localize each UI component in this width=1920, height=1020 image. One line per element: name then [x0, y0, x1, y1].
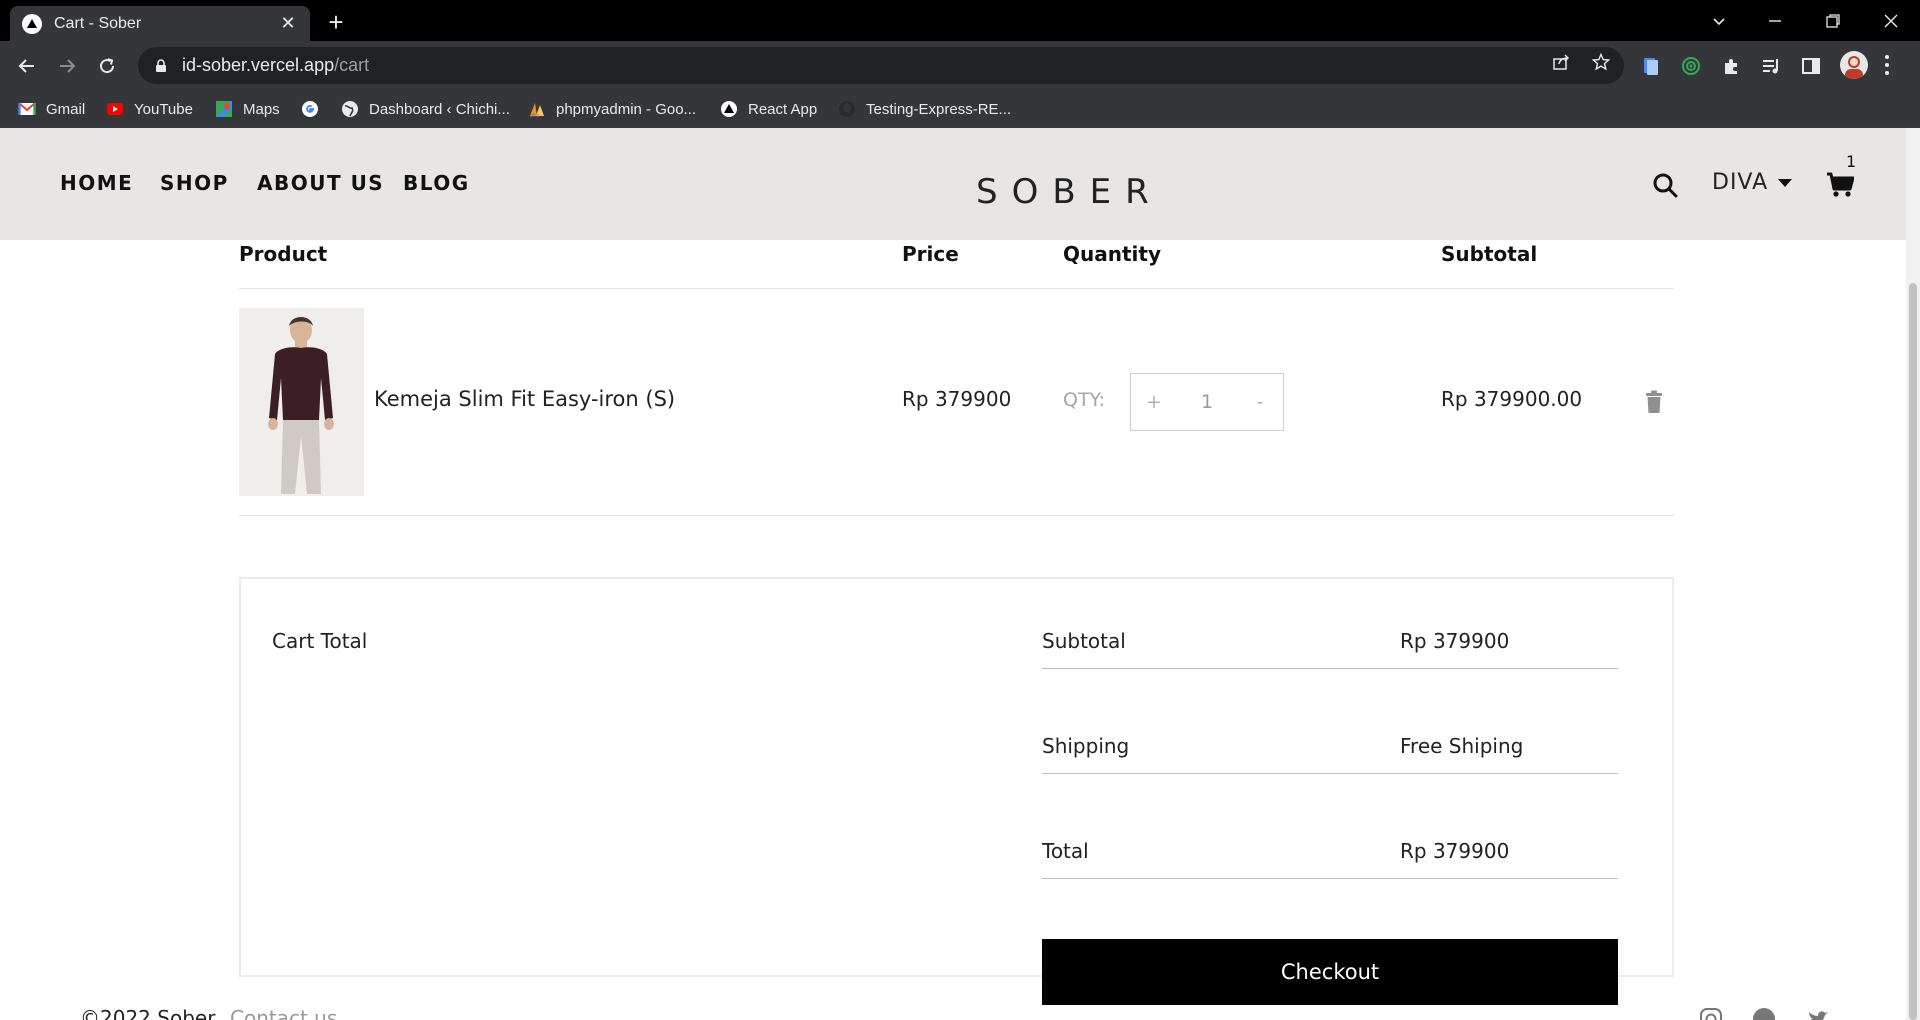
- quantity-stepper: + 1 -: [1130, 373, 1284, 431]
- row-subtotal: Rp 379900.00: [1441, 387, 1583, 411]
- subtotal-divider: [1042, 668, 1618, 669]
- bookmark-react-app[interactable]: React App: [720, 90, 817, 128]
- subtotal-value: Rp 379900: [1400, 629, 1510, 653]
- column-header-price: Price: [902, 242, 959, 266]
- browser-menu-icon[interactable]: [1882, 53, 1892, 77]
- user-menu-dropdown[interactable]: DIVA: [1712, 170, 1793, 195]
- target-extension-icon[interactable]: [1680, 55, 1702, 77]
- site-logo[interactable]: SOBER: [976, 172, 1163, 212]
- new-tab-button[interactable]: +: [322, 7, 350, 37]
- gmail-icon: [18, 100, 36, 118]
- lock-icon: [156, 58, 166, 72]
- site-header: HOME SHOP ABOUT US BLOG SOBER DIVA 1: [0, 128, 1920, 240]
- browser-tab[interactable]: Cart - Sober ✕: [10, 6, 310, 41]
- address-bar[interactable]: id-sober.vercel.app/cart: [138, 47, 1624, 84]
- back-arrow-icon[interactable]: [12, 51, 42, 81]
- quantity-decrease-button[interactable]: -: [1251, 391, 1269, 413]
- svg-text:php: php: [530, 113, 540, 118]
- forward-arrow-icon[interactable]: [52, 51, 82, 81]
- react-icon: [720, 100, 738, 118]
- product-image[interactable]: [239, 308, 364, 496]
- caret-down-icon: [1778, 178, 1793, 187]
- search-icon[interactable]: [1652, 172, 1678, 198]
- nav-about-us-link[interactable]: ABOUT US: [257, 171, 384, 195]
- minimize-window-icon[interactable]: [1752, 0, 1798, 41]
- browser-toolbar: id-sober.vercel.app/cart: [0, 41, 1920, 90]
- cart-row-divider: [239, 515, 1674, 516]
- shipping-label: Shipping: [1042, 734, 1130, 758]
- reload-icon[interactable]: [92, 51, 122, 81]
- nav-home-link[interactable]: HOME: [60, 171, 133, 195]
- tab-search-icon[interactable]: [1696, 0, 1742, 41]
- twitter-icon[interactable]: [1806, 1007, 1830, 1020]
- github-icon: [838, 100, 856, 118]
- vercel-icon: [22, 13, 42, 34]
- facebook-icon[interactable]: [1752, 1007, 1776, 1020]
- user-name: DIVA: [1712, 170, 1769, 195]
- shipping-divider: [1042, 773, 1618, 774]
- side-panel-icon[interactable]: [1800, 55, 1822, 77]
- nav-shop-link[interactable]: SHOP: [160, 171, 229, 195]
- close-tab-icon[interactable]: ✕: [278, 13, 298, 34]
- table-header-divider: [239, 288, 1674, 289]
- share-icon[interactable]: [1550, 51, 1572, 73]
- subtotal-label: Subtotal: [1042, 629, 1126, 653]
- scrollbar-thumb[interactable]: [1909, 283, 1917, 1020]
- bookmark-maps[interactable]: Maps: [215, 90, 280, 128]
- profile-avatar[interactable]: [1840, 51, 1868, 79]
- browser-tab-strip: Cart - Sober ✕ +: [0, 0, 1920, 41]
- column-header-product: Product: [239, 242, 328, 266]
- maps-icon: [215, 100, 233, 118]
- quantity-increase-button[interactable]: +: [1145, 391, 1163, 413]
- trash-icon[interactable]: [1644, 390, 1664, 414]
- instagram-icon[interactable]: [1699, 1007, 1723, 1020]
- total-value: Rp 379900: [1400, 839, 1510, 863]
- bookmark-dashboard[interactable]: Dashboard ‹ Chichi...: [341, 90, 510, 128]
- product-price: Rp 379900: [902, 387, 1012, 411]
- docs-extension-icon[interactable]: [1640, 55, 1662, 77]
- url-path: /cart: [334, 55, 370, 75]
- bookmark-testing-express[interactable]: Testing-Express-RE...: [838, 90, 1011, 128]
- extensions-puzzle-icon[interactable]: [1720, 55, 1742, 77]
- cart-count-badge: 1: [1846, 152, 1857, 171]
- quantity-value[interactable]: 1: [1201, 391, 1213, 413]
- media-controls-icon[interactable]: [1760, 55, 1782, 77]
- footer-contact-link[interactable]: Contact us: [230, 1006, 337, 1020]
- shipping-value: Free Shiping: [1400, 734, 1524, 758]
- footer-copyright: ©2022 Sober: [80, 1006, 216, 1020]
- google-icon: [301, 100, 319, 118]
- page-scrollbar[interactable]: [1906, 128, 1920, 1020]
- bookmark-google[interactable]: [301, 90, 329, 128]
- page-content: HOME SHOP ABOUT US BLOG SOBER DIVA 1 Pro…: [0, 128, 1920, 1020]
- youtube-icon: [106, 100, 124, 118]
- restore-window-icon[interactable]: [1810, 0, 1856, 41]
- checkout-button[interactable]: Checkout: [1042, 939, 1618, 1005]
- product-name-link[interactable]: Kemeja Slim Fit Easy-iron (S): [374, 387, 675, 411]
- total-label: Total: [1042, 839, 1089, 863]
- bookmarks-bar: Gmail YouTube Maps Dashboard ‹ Chichi...…: [0, 90, 1920, 128]
- url-host: id-sober.vercel.app: [182, 55, 335, 75]
- column-header-subtotal: Subtotal: [1441, 242, 1538, 266]
- bookmark-gmail[interactable]: Gmail: [18, 90, 85, 128]
- globe-icon: [341, 100, 359, 118]
- phpmyadmin-icon: php: [528, 100, 546, 118]
- bookmark-youtube[interactable]: YouTube: [106, 90, 193, 128]
- close-window-icon[interactable]: [1868, 0, 1914, 41]
- bookmark-star-icon[interactable]: [1590, 51, 1612, 73]
- tab-title: Cart - Sober: [54, 14, 142, 32]
- bookmark-phpmyadmin[interactable]: php phpmyadmin - Goo...: [528, 90, 696, 128]
- qty-label: QTY:: [1063, 389, 1106, 411]
- nav-blog-link[interactable]: BLOG: [403, 171, 470, 195]
- column-header-quantity: Quantity: [1063, 242, 1161, 266]
- shopping-cart-icon[interactable]: [1826, 172, 1854, 198]
- total-divider: [1042, 878, 1618, 879]
- cart-total-title: Cart Total: [272, 629, 368, 653]
